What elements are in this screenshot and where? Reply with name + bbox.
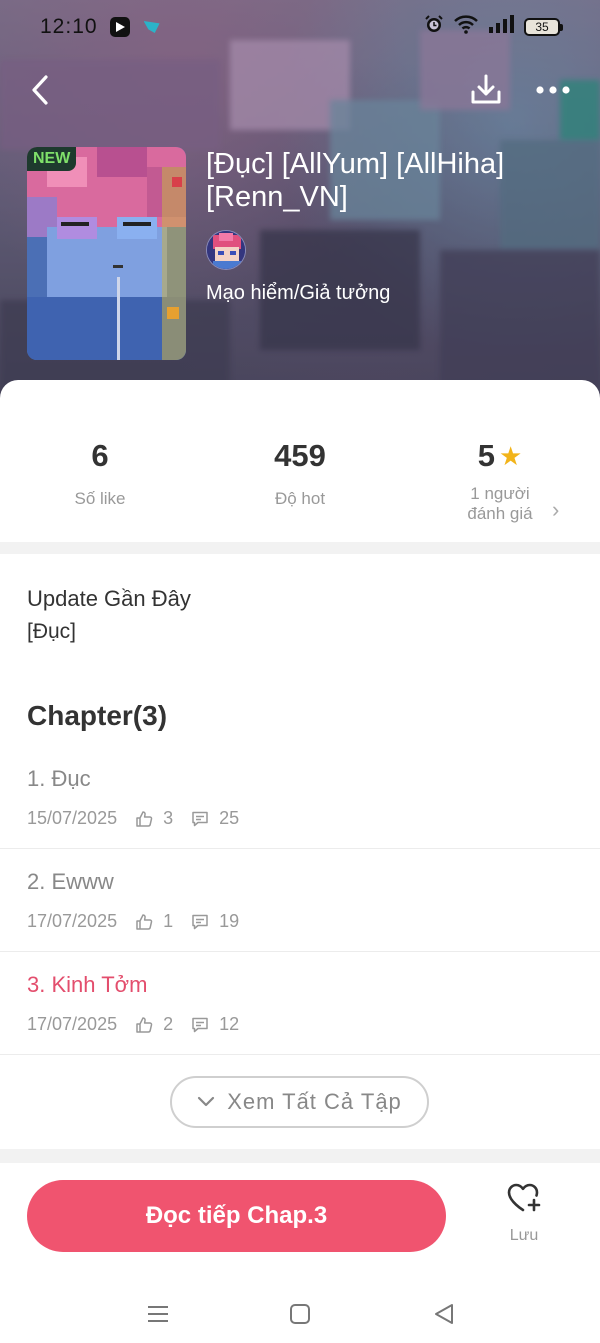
chapter-row[interactable]: 1. Đục 15/07/2025 3 25 bbox=[0, 746, 600, 849]
download-icon bbox=[471, 74, 501, 104]
story-title: [Đục] [AllYum] [AllHiha] [Renn_VN] bbox=[206, 148, 505, 213]
rating-caption-label: đánh giá bbox=[467, 504, 533, 523]
back-button[interactable] bbox=[18, 68, 62, 112]
more-horizontal-icon bbox=[536, 86, 570, 94]
chapter-date: 15/07/2025 bbox=[27, 808, 118, 828]
shop-app-icon bbox=[142, 17, 162, 37]
story-cover-image[interactable]: NEW bbox=[27, 147, 186, 360]
chapter-date: 17/07/2025 bbox=[27, 911, 118, 931]
media-app-icon bbox=[109, 17, 130, 37]
home-button[interactable] bbox=[278, 1292, 322, 1336]
chapter-title: 3. Kinh Tởm bbox=[27, 972, 148, 997]
heart-plus-icon bbox=[507, 1183, 541, 1212]
rating-stat[interactable]: 5 ★ 1 người đánh giá bbox=[400, 438, 600, 524]
menu-icon bbox=[148, 1306, 168, 1322]
chapter-title: 1. Đục bbox=[27, 766, 91, 791]
likes-label: Số like bbox=[74, 489, 126, 508]
star-icon: ★ bbox=[498, 441, 523, 471]
chapter-title: 2. Ewww bbox=[27, 869, 114, 894]
author-avatar[interactable] bbox=[206, 230, 246, 270]
story-genre: Mạo hiểm/Giả tưởng bbox=[206, 282, 391, 304]
thumbs-up-icon bbox=[135, 1016, 153, 1034]
story-stats: 6 Số like 459 Độ hot 5 ★ 1 người đánh giá bbox=[0, 380, 600, 542]
chevron-left-icon bbox=[32, 75, 48, 105]
top-toolbar bbox=[0, 62, 600, 118]
save-button[interactable]: Lưu bbox=[494, 1182, 554, 1252]
chapter-like-count: 2 bbox=[163, 1014, 174, 1034]
likes-stat: 6 Số like bbox=[0, 438, 200, 509]
comment-icon bbox=[191, 810, 209, 828]
section-divider bbox=[0, 542, 600, 554]
section-divider bbox=[0, 1149, 600, 1163]
chapter-row[interactable]: 2. Ewww 17/07/2025 1 19 bbox=[0, 849, 600, 952]
chapter-list-heading: Chapter(3) bbox=[27, 700, 168, 731]
signal-icon bbox=[488, 14, 514, 40]
thumbs-up-icon bbox=[135, 913, 153, 931]
hot-label: Độ hot bbox=[274, 489, 326, 508]
status-time: 12:10 bbox=[40, 15, 98, 38]
chevron-down-icon bbox=[198, 1096, 215, 1107]
hot-stat: 459 Độ hot bbox=[200, 438, 400, 509]
system-navigation-bar bbox=[0, 1278, 600, 1343]
triangle-back-icon bbox=[435, 1304, 453, 1324]
recent-update-heading: Update Gần Đây bbox=[27, 586, 191, 611]
likes-value: 6 bbox=[91, 438, 109, 473]
wifi-icon bbox=[454, 14, 478, 40]
chapter-like-count: 3 bbox=[163, 808, 174, 828]
status-bar: 12:10 35 bbox=[0, 0, 600, 54]
back-nav-button[interactable] bbox=[422, 1292, 466, 1336]
chapter-like-count: 1 bbox=[163, 911, 174, 931]
recent-update-text: [Đục] bbox=[27, 620, 77, 643]
chapter-date: 17/07/2025 bbox=[27, 1014, 118, 1034]
thumbs-up-icon bbox=[135, 810, 153, 828]
new-badge: NEW bbox=[27, 147, 77, 171]
chapter-comment-count: 25 bbox=[219, 808, 240, 828]
continue-reading-button[interactable]: Đọc tiếp Chap.3 bbox=[27, 1180, 446, 1252]
save-label: Lưu bbox=[509, 1227, 539, 1244]
more-options-button[interactable] bbox=[530, 68, 576, 112]
rating-value: 5 bbox=[477, 438, 495, 473]
comment-icon bbox=[191, 1016, 209, 1034]
hot-value: 459 bbox=[274, 438, 326, 473]
alarm-icon bbox=[424, 14, 444, 40]
continue-reading-label: Đọc tiếp Chap.3 bbox=[145, 1202, 328, 1229]
comment-icon bbox=[191, 913, 209, 931]
see-all-chapters-button[interactable]: Xem Tất Cả Tập bbox=[170, 1076, 429, 1128]
chapter-row-current[interactable]: 3. Kinh Tởm 17/07/2025 2 12 bbox=[0, 952, 600, 1055]
square-icon bbox=[290, 1304, 310, 1324]
rating-count-label: 1 người bbox=[470, 484, 530, 503]
recent-apps-button[interactable] bbox=[136, 1292, 180, 1336]
chapter-comment-count: 19 bbox=[219, 911, 240, 931]
download-button[interactable] bbox=[464, 68, 508, 112]
chapter-comment-count: 12 bbox=[219, 1014, 240, 1034]
see-all-label: Xem Tất Cả Tập bbox=[227, 1089, 402, 1114]
battery-icon: 35 bbox=[524, 18, 563, 36]
chevron-right-icon[interactable]: › bbox=[552, 497, 559, 523]
